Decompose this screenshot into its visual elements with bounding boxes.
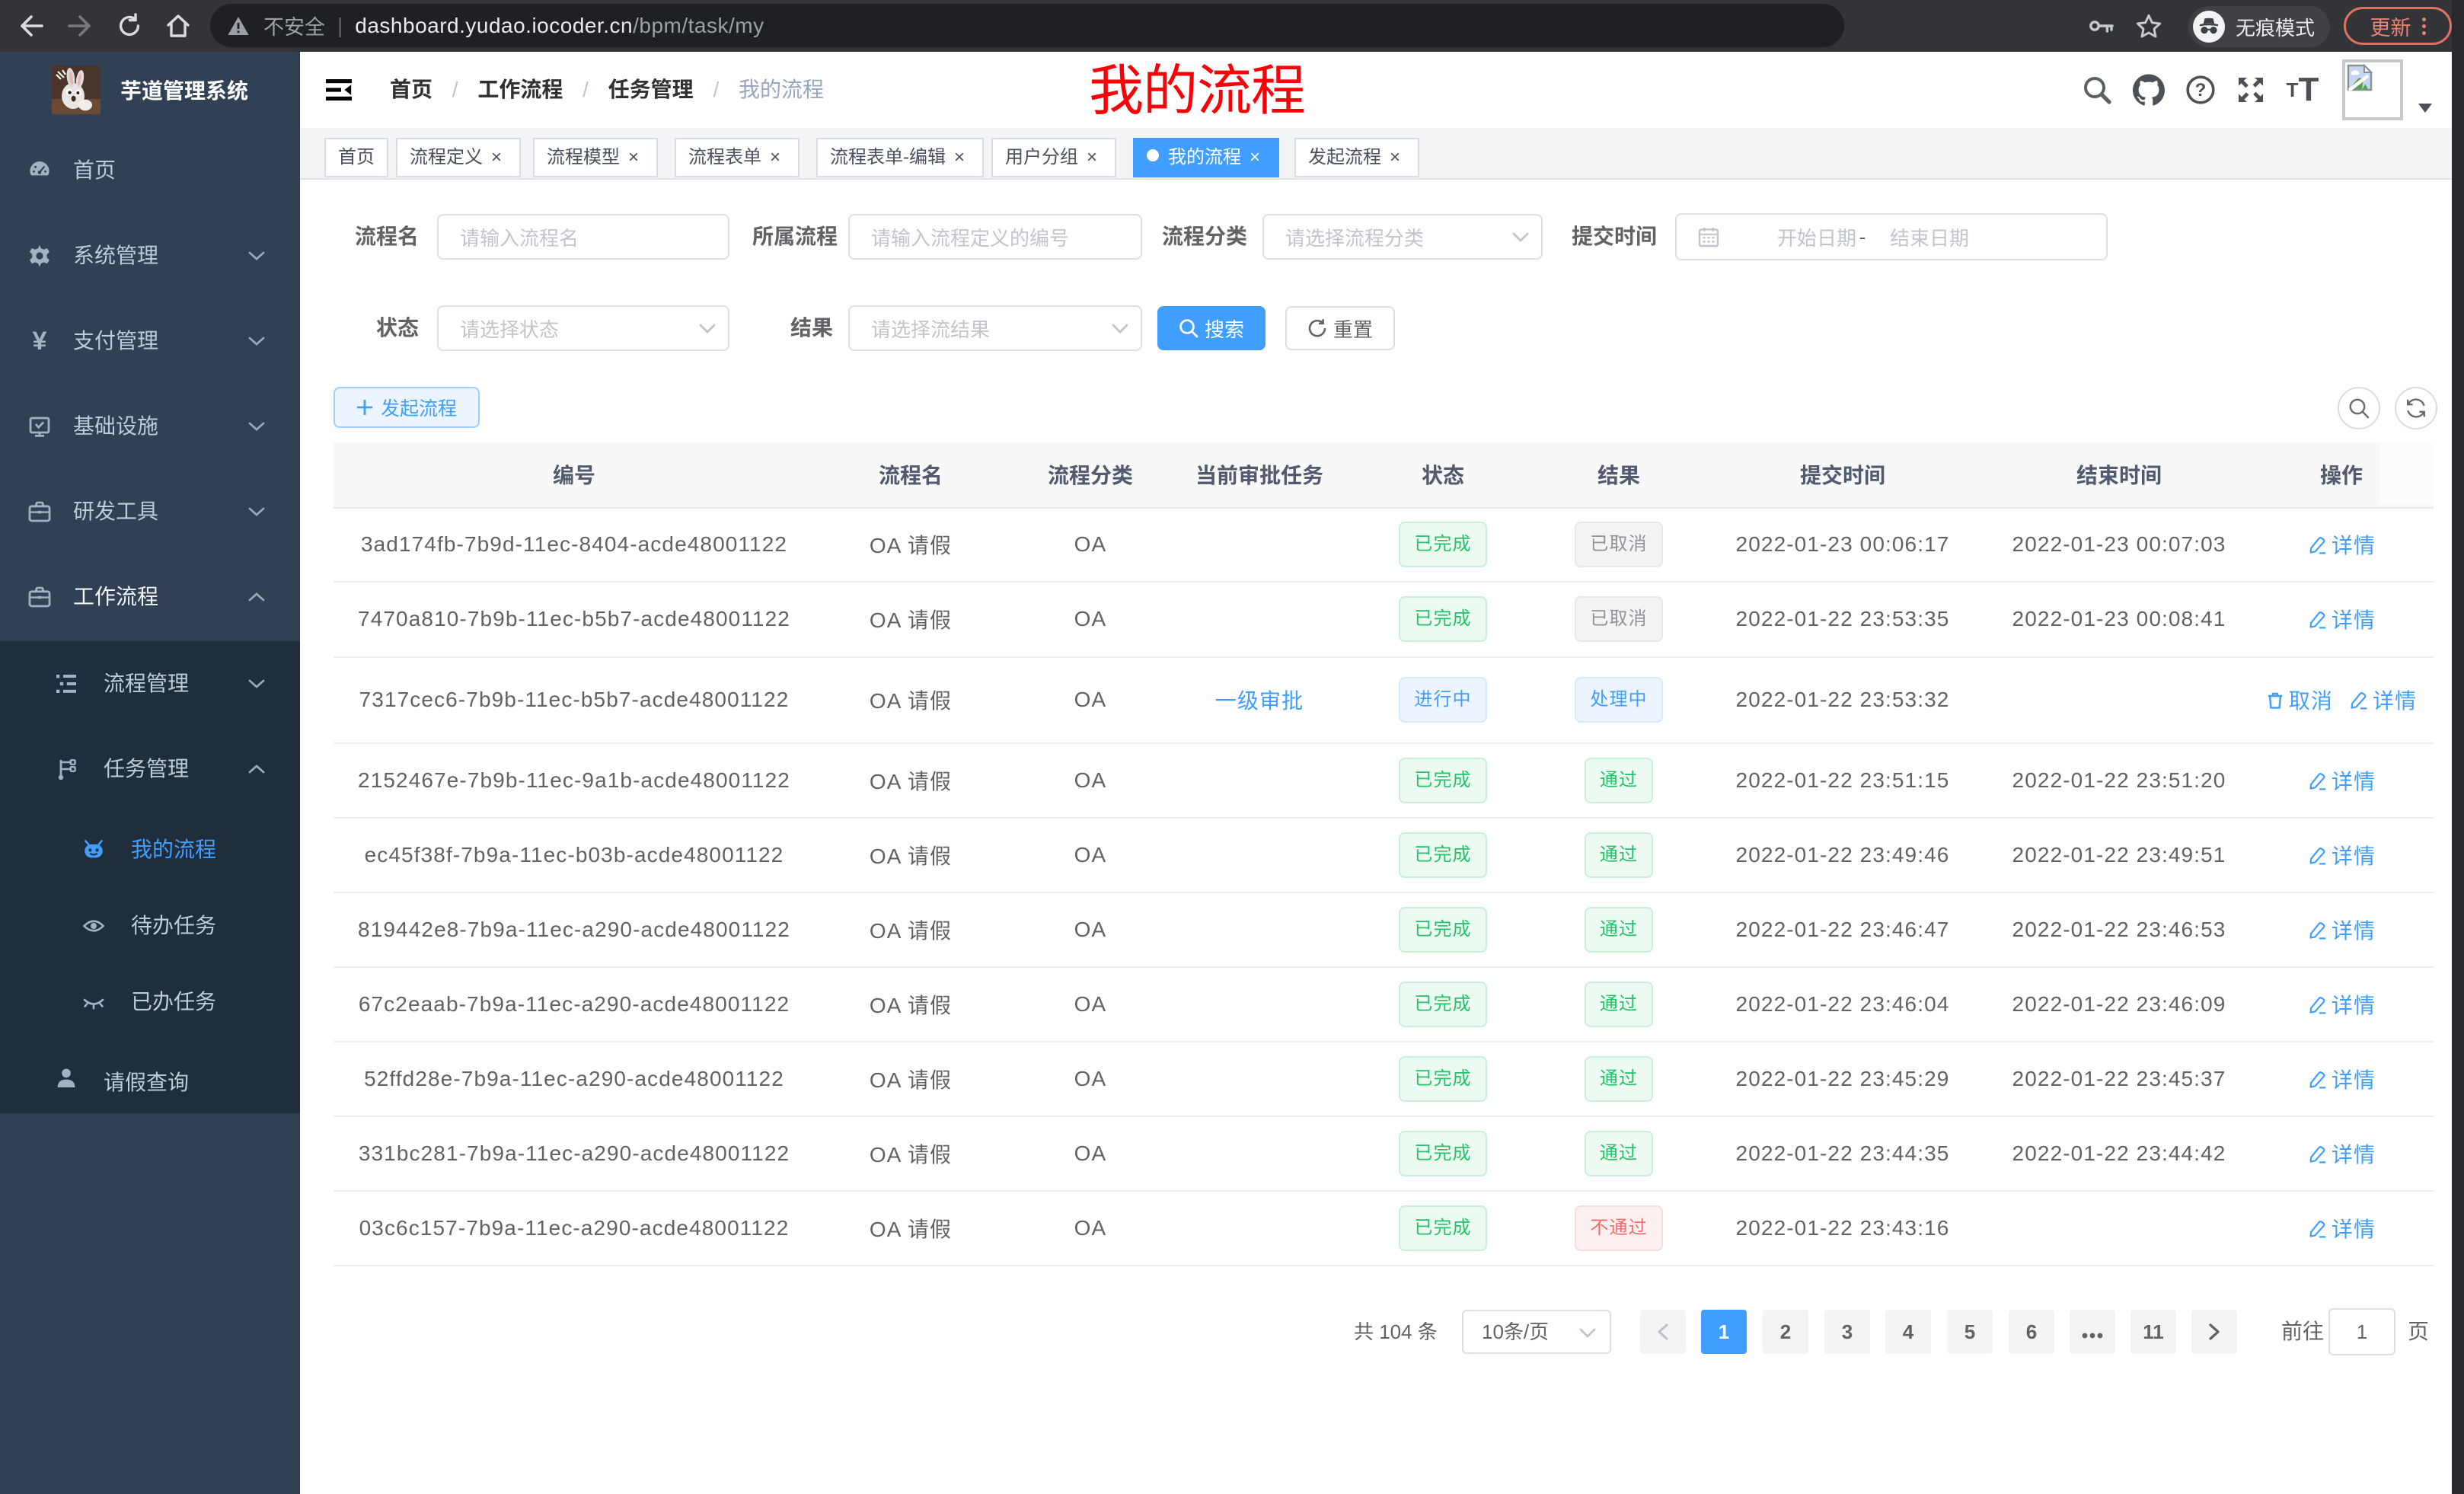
svg-text:?: ? <box>2195 80 2207 101</box>
